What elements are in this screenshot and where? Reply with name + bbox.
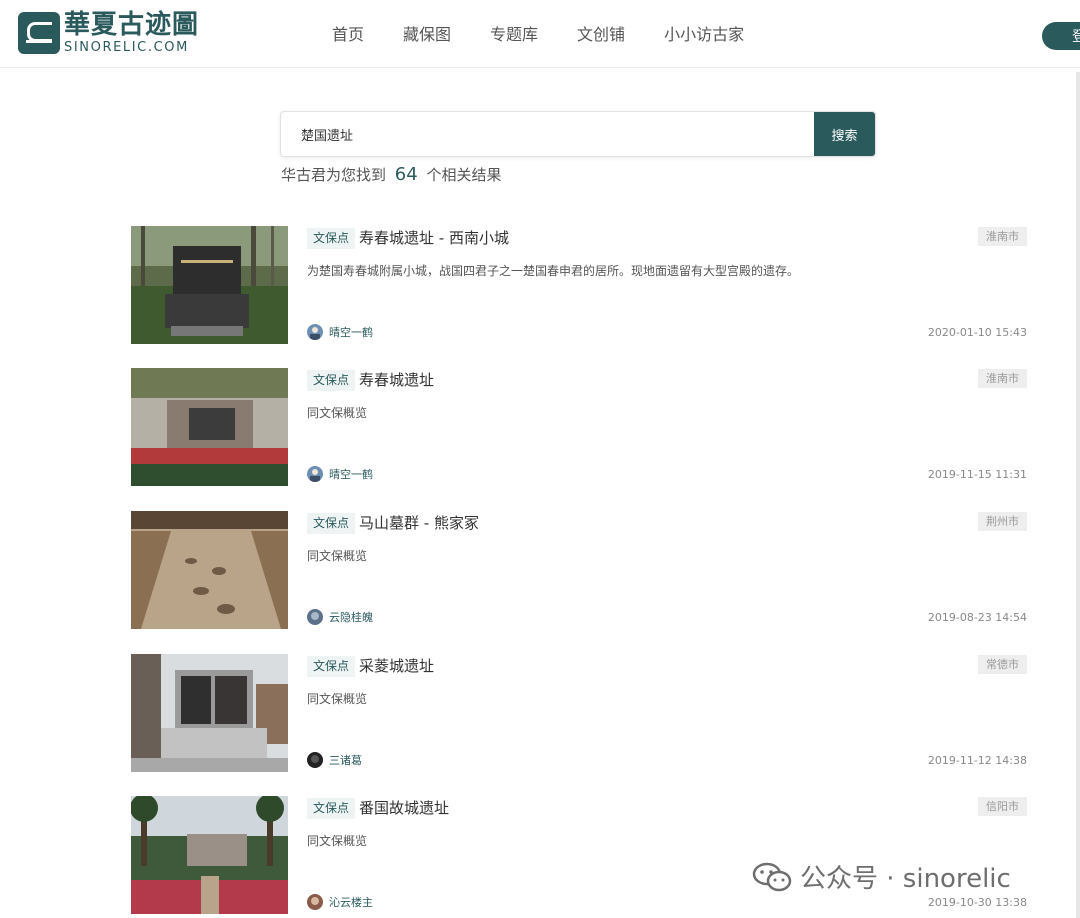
result-title[interactable]: 马山墓群 - 熊家冢 [359, 512, 479, 534]
search-input[interactable] [281, 112, 815, 156]
result-item[interactable]: 文保点 采菱城遗址 常德市 同文保概览 三诸葛 2019-11-12 14:38 [131, 654, 1027, 772]
logo-text: 華夏古迹圖 SINORELIC.COM [64, 12, 199, 54]
heritage-tag: 文保点 [307, 656, 356, 677]
result-description: 同文保概览 [307, 834, 368, 848]
author[interactable]: 晴空一鹤 [307, 324, 373, 340]
page-scrollbar[interactable] [1076, 72, 1080, 918]
result-thumbnail[interactable] [131, 368, 288, 486]
heritage-tag: 文保点 [307, 370, 356, 391]
city-badge[interactable]: 荆州市 [978, 512, 1027, 531]
avatar [307, 609, 323, 625]
result-title[interactable]: 采菱城遗址 [359, 655, 434, 677]
result-description: 同文保概览 [307, 549, 368, 563]
result-thumbnail[interactable] [131, 226, 288, 344]
result-description: 为楚国寿春城附属小城，战国四君子之一楚国春申君的居所。现地面遗留有大型宫殿的遗存… [307, 264, 800, 278]
wechat-watermark: 公众号 · sinorelic [752, 858, 1011, 895]
logo-mark-icon [18, 12, 60, 54]
search-bar: 搜索 [280, 111, 876, 157]
author-name[interactable]: 沁云楼主 [329, 894, 373, 910]
author-name[interactable]: 三诸葛 [329, 752, 362, 768]
search-button[interactable]: 搜索 [814, 112, 875, 156]
author[interactable]: 晴空一鹤 [307, 466, 373, 482]
author[interactable]: 沁云楼主 [307, 894, 373, 910]
result-title[interactable]: 番国故城遗址 [359, 797, 449, 819]
nav-collection-map[interactable]: 藏保图 [403, 24, 451, 46]
result-date: 2019-11-12 14:38 [927, 754, 1027, 767]
result-description: 同文保概览 [307, 692, 368, 706]
nav-home[interactable]: 首页 [332, 24, 364, 46]
site-logo[interactable]: 華夏古迹圖 SINORELIC.COM [18, 10, 199, 56]
nav-kids-explorer[interactable]: 小小访古家 [664, 24, 744, 46]
result-title[interactable]: 寿春城遗址 [359, 369, 434, 391]
result-item[interactable]: 文保点 马山墓群 - 熊家冢 荆州市 同文保概览 云隐桂魄 2019-08-23… [131, 511, 1027, 629]
result-date: 2019-08-23 14:54 [927, 611, 1027, 624]
city-badge[interactable]: 淮南市 [978, 227, 1027, 246]
result-count: 64 [394, 164, 418, 185]
result-date: 2020-01-10 15:43 [927, 326, 1027, 339]
result-thumbnail[interactable] [131, 511, 288, 629]
city-badge[interactable]: 常德市 [978, 655, 1027, 674]
wechat-icon [752, 862, 792, 891]
result-summary: 华古君为您找到 64 个相关结果 [281, 164, 502, 185]
result-thumbnail[interactable] [131, 796, 288, 914]
nav-creative-shop[interactable]: 文创铺 [577, 24, 625, 46]
result-item[interactable]: 文保点 寿春城遗址 - 西南小城 淮南市 为楚国寿春城附属小城，战国四君子之一楚… [131, 226, 1027, 344]
logo-english-name: SINORELIC.COM [64, 40, 189, 55]
heritage-tag: 文保点 [307, 798, 356, 819]
author[interactable]: 云隐桂魄 [307, 609, 373, 625]
result-thumbnail[interactable] [131, 654, 288, 772]
heritage-tag: 文保点 [307, 513, 356, 534]
top-navigation-bar: 華夏古迹圖 SINORELIC.COM 首页 藏保图 专题库 文创铺 小小访古家… [0, 0, 1080, 68]
author-name[interactable]: 晴空一鹤 [329, 324, 373, 340]
login-button[interactable]: 登录 [1042, 22, 1080, 50]
result-date: 2019-11-15 11:31 [927, 468, 1027, 481]
author[interactable]: 三诸葛 [307, 752, 362, 768]
result-item[interactable]: 文保点 番国故城遗址 信阳市 同文保概览 沁云楼主 2019-10-30 13:… [131, 796, 1027, 914]
logo-chinese-name: 華夏古迹圖 [64, 10, 200, 40]
result-title[interactable]: 寿春城遗址 - 西南小城 [359, 227, 509, 249]
result-description: 同文保概览 [307, 406, 368, 420]
city-badge[interactable]: 淮南市 [978, 369, 1027, 388]
city-badge[interactable]: 信阳市 [978, 797, 1027, 816]
avatar [307, 466, 323, 482]
author-name[interactable]: 云隐桂魄 [329, 609, 373, 625]
watermark-text: 公众号 · sinorelic [800, 864, 1011, 894]
author-name[interactable]: 晴空一鹤 [329, 466, 373, 482]
summary-prefix: 华古君为您找到 [281, 166, 387, 184]
result-item[interactable]: 文保点 寿春城遗址 淮南市 同文保概览 晴空一鹤 2019-11-15 11:3… [131, 368, 1027, 486]
heritage-tag: 文保点 [307, 228, 356, 249]
avatar [307, 324, 323, 340]
result-date: 2019-10-30 13:38 [927, 896, 1027, 909]
nav-topics[interactable]: 专题库 [490, 24, 538, 46]
main-nav: 首页 藏保图 专题库 文创铺 小小访古家 [332, 24, 783, 46]
avatar [307, 894, 323, 910]
summary-suffix: 个相关结果 [426, 166, 502, 184]
avatar [307, 752, 323, 768]
